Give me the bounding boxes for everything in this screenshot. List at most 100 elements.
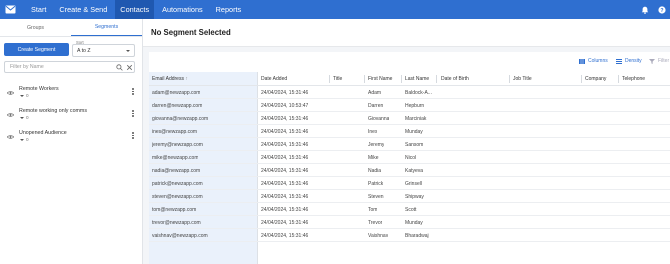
table-row[interactable]: steven@newzapp.com 24/04/2024, 15:31:46 … (149, 190, 670, 203)
column-header-date-of-birth[interactable]: Date of Birth (441, 76, 469, 82)
table-row[interactable]: giovanna@newzapp.com 24/04/2024, 15:31:4… (149, 112, 670, 125)
column-header-job-title[interactable]: Job Title (513, 76, 532, 82)
cell-email: adam@newzapp.com (152, 90, 201, 96)
segment-name: Remote Workers (19, 86, 59, 92)
column-header-last-name[interactable]: Last Name (405, 76, 429, 82)
table-row[interactable]: nadia@newzapp.com 24/04/2024, 15:31:46 N… (149, 164, 670, 177)
table-row[interactable]: darren@newzapp.com 24/04/2024, 10:53:47 … (149, 99, 670, 112)
help-icon[interactable]: ? (658, 5, 666, 14)
segments-panel: Groups Segments Create Segment Sort A to… (0, 19, 143, 264)
segment-item[interactable]: Remote working only comms 0 (0, 105, 142, 127)
column-header-company[interactable]: Company (585, 76, 606, 82)
column-header-title[interactable]: Title (333, 76, 342, 82)
eye-icon[interactable] (6, 91, 15, 97)
cell-email: mike@newzapp.com (152, 155, 199, 161)
more-options-icon[interactable] (132, 110, 134, 118)
panel-tabs: Groups Segments (0, 19, 142, 37)
nav-automations[interactable]: Automations (157, 0, 208, 19)
cell-date-added: 24/04/2024, 15:31:46 (261, 168, 309, 174)
table-row[interactable]: jeremy@newzapp.com 24/04/2024, 15:31:46 … (149, 138, 670, 151)
sort-arrow-up-icon[interactable]: ↑ (185, 76, 188, 82)
cell-email: jeremy@newzapp.com (152, 142, 203, 148)
column-separator[interactable] (364, 75, 365, 83)
density-label: Density (625, 58, 642, 64)
segment-count: 0 (20, 115, 29, 120)
table-row[interactable]: adam@newzapp.com 24/04/2024, 15:31:46 Ad… (149, 86, 670, 99)
cell-last-name: Katyeva (405, 168, 424, 174)
column-separator[interactable] (618, 75, 619, 83)
logo-mail-icon[interactable] (5, 5, 16, 14)
more-options-icon[interactable] (132, 88, 134, 96)
bell-icon[interactable] (641, 6, 649, 14)
main-header: No Segment Selected (143, 19, 670, 47)
cell-date-added: 24/04/2024, 15:31:46 (261, 233, 309, 239)
density-button[interactable]: Density (616, 58, 642, 64)
cell-date-added: 24/04/2024, 15:31:46 (261, 90, 309, 96)
triangle-down-icon (20, 138, 24, 141)
nav-contacts[interactable]: Contacts (115, 0, 155, 19)
column-header-telephone[interactable]: Telephone (622, 76, 645, 82)
segment-name: Unopened Audience (19, 130, 67, 136)
triangle-down-icon (20, 116, 24, 119)
cell-date-added: 24/04/2024, 15:31:46 (261, 194, 309, 200)
nav-start[interactable]: Start (26, 0, 51, 19)
segment-list: Remote Workers 0 Remote working only com… (0, 83, 142, 149)
column-separator[interactable] (401, 75, 402, 83)
column-separator[interactable] (329, 75, 330, 83)
eye-icon[interactable] (6, 135, 15, 141)
nav-reports[interactable]: Reports (211, 0, 247, 19)
cell-date-added: 24/04/2024, 15:31:46 (261, 142, 309, 148)
column-header-date-added[interactable]: Date Added (261, 76, 287, 82)
sort-value: A to Z (77, 47, 91, 54)
cell-first-name: Adam (368, 90, 382, 96)
table-row[interactable]: vaishnav@newzapp.com 24/04/2024, 15:31:4… (149, 229, 670, 242)
eye-icon[interactable] (6, 113, 15, 119)
filter-icon (649, 58, 655, 64)
cell-date-added: 24/04/2024, 15:31:46 (261, 116, 309, 122)
table-row[interactable]: patrick@newzapp.com 24/04/2024, 15:31:46… (149, 177, 670, 190)
cell-last-name: Munday (405, 129, 423, 135)
cell-email: steven@newzapp.com (152, 194, 203, 200)
cell-first-name: Ines (368, 129, 378, 135)
cell-email: patrick@newzapp.com (152, 181, 203, 187)
column-header-first-name[interactable]: First Name (368, 76, 392, 82)
table-row[interactable]: mike@newzapp.com 24/04/2024, 15:31:46 Mi… (149, 151, 670, 164)
column-separator[interactable] (581, 75, 582, 83)
filter-by-name-input[interactable]: Filter by Name (4, 61, 135, 73)
cell-last-name: Marciniak (405, 116, 427, 122)
cell-last-name: Nicol (405, 155, 417, 161)
segment-count: 0 (20, 93, 29, 98)
cell-last-name: Grinsell (405, 181, 422, 187)
table-row[interactable]: trevor@newzapp.com 24/04/2024, 15:31:46 … (149, 216, 670, 229)
cell-first-name: Giovanna (368, 116, 390, 122)
cell-date-added: 24/04/2024, 15:31:46 (261, 129, 309, 135)
column-header-email[interactable]: Email Address ↑ (152, 76, 188, 82)
columns-icon (579, 58, 585, 64)
cell-email: vaishnav@newzapp.com (152, 233, 208, 239)
segment-item[interactable]: Remote Workers 0 (0, 83, 142, 105)
column-separator[interactable] (509, 75, 510, 83)
segment-name: Remote working only comms (19, 108, 87, 114)
tab-groups[interactable]: Groups (0, 19, 71, 36)
cell-last-name: Scott (405, 207, 417, 213)
density-icon (616, 58, 622, 64)
svg-text:?: ? (660, 7, 663, 13)
filter-button[interactable]: Filter (649, 58, 669, 64)
create-segment-button[interactable]: Create Segment (4, 43, 69, 56)
nav-create-send[interactable]: Create & Send (54, 0, 112, 19)
tab-segments[interactable]: Segments (71, 19, 142, 36)
column-separator[interactable] (436, 75, 437, 83)
filter-placeholder: Filter by Name (10, 64, 44, 70)
cell-first-name: Nadia (368, 168, 382, 174)
columns-button[interactable]: Columns (579, 58, 608, 64)
table-row[interactable]: ines@newzapp.com 24/04/2024, 15:31:46 In… (149, 125, 670, 138)
table-row[interactable]: tom@newzapp.com 24/04/2024, 15:31:46 Tom… (149, 203, 670, 216)
clear-icon[interactable] (126, 64, 133, 73)
triangle-down-icon (20, 94, 24, 97)
segment-item[interactable]: Unopened Audience 0 (0, 127, 142, 149)
cell-first-name: Jeremy (368, 142, 385, 148)
search-icon[interactable] (116, 64, 123, 73)
more-options-icon[interactable] (132, 132, 134, 140)
cell-first-name: Vaishnav (368, 233, 389, 239)
sort-select[interactable]: A to Z (72, 44, 135, 57)
